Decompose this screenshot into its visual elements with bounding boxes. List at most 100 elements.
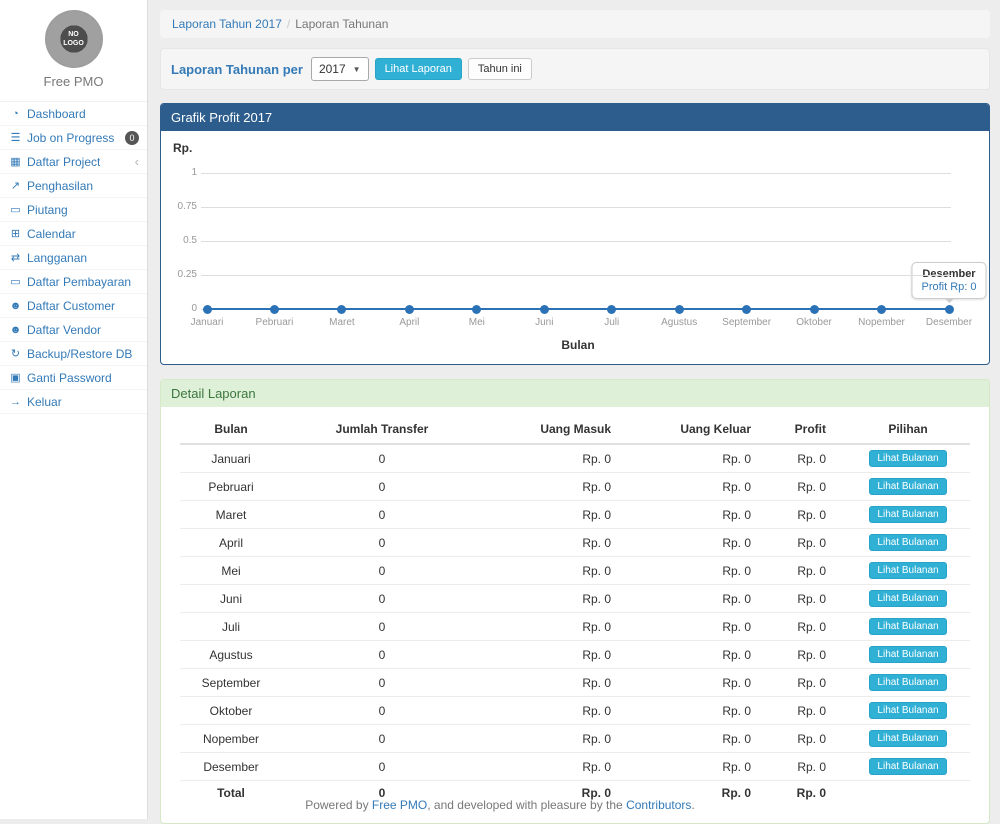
sidebar-item-penghasilan[interactable]: ↗Penghasilan	[0, 174, 147, 198]
chart-point[interactable]	[405, 305, 414, 314]
sidebar-item-dashboard[interactable]: ◔Dashboard	[0, 102, 147, 126]
year-select-value: 2017	[319, 62, 346, 76]
cell-profit: Rp. 0	[771, 501, 846, 529]
table-row: Desember0Rp. 0Rp. 0Rp. 0Lihat Bulanan	[180, 753, 970, 781]
year-select[interactable]: 2017 ▼	[311, 57, 369, 81]
cell-profit: Rp. 0	[771, 444, 846, 473]
tahun-ini-button[interactable]: Tahun ini	[468, 58, 532, 80]
chart-tooltip: Desember Profit Rp: 0	[911, 262, 986, 299]
cell-pilihan: Lihat Bulanan	[846, 697, 970, 725]
cell-bulan: Oktober	[180, 697, 282, 725]
logo-wrap: NO LOGO Free PMO	[0, 0, 147, 101]
table-row: Agustus0Rp. 0Rp. 0Rp. 0Lihat Bulanan	[180, 641, 970, 669]
cell-uang_masuk: Rp. 0	[482, 753, 631, 781]
cell-jumlah_transfer: 0	[282, 444, 482, 473]
sidebar-item-daftar-project[interactable]: ▦Daftar Project‹	[0, 150, 147, 174]
contributors-link[interactable]: Contributors	[626, 798, 691, 812]
cell-profit: Rp. 0	[771, 613, 846, 641]
x-axis-tick-label: Agustus	[643, 317, 715, 328]
table-row: Oktober0Rp. 0Rp. 0Rp. 0Lihat Bulanan	[180, 697, 970, 725]
lihat-bulanan-button[interactable]: Lihat Bulanan	[869, 618, 946, 635]
cell-jumlah_transfer: 0	[282, 669, 482, 697]
cell-uang_keluar: Rp. 0	[631, 669, 771, 697]
cell-uang_keluar: Rp. 0	[631, 585, 771, 613]
lihat-bulanan-button[interactable]: Lihat Bulanan	[869, 478, 946, 495]
cell-bulan: Maret	[180, 501, 282, 529]
chart-point[interactable]	[270, 305, 279, 314]
free-pmo-link[interactable]: Free PMO	[372, 798, 427, 812]
cell-uang_masuk: Rp. 0	[482, 444, 631, 473]
footer-text: , and developed with pleasure by the	[427, 798, 626, 812]
breadcrumb: Laporan Tahun 2017/Laporan Tahunan	[160, 10, 990, 38]
cell-profit: Rp. 0	[771, 669, 846, 697]
cell-jumlah_transfer: 0	[282, 557, 482, 585]
sidebar-item-backup-restore-db[interactable]: ↻Backup/Restore DB	[0, 342, 147, 366]
refresh-icon: ↻	[8, 347, 23, 360]
sidebar-item-label: Daftar Project	[27, 155, 100, 169]
sidebar-item-daftar-pembayaran[interactable]: ▭Daftar Pembayaran	[0, 270, 147, 294]
x-axis-tick-label: Oktober	[778, 317, 850, 328]
chart-point[interactable]	[472, 305, 481, 314]
column-header-bulan: Bulan	[180, 415, 282, 444]
sidebar-item-ganti-password[interactable]: ▣Ganti Password	[0, 366, 147, 390]
table-row: Mei0Rp. 0Rp. 0Rp. 0Lihat Bulanan	[180, 557, 970, 585]
column-header-uang-masuk: Uang Masuk	[482, 415, 631, 444]
cell-jumlah_transfer: 0	[282, 529, 482, 557]
sidebar-item-label: Piutang	[27, 203, 68, 217]
lihat-bulanan-button[interactable]: Lihat Bulanan	[869, 590, 946, 607]
lihat-bulanan-button[interactable]: Lihat Bulanan	[869, 646, 946, 663]
exchange-icon: ⇄	[8, 251, 23, 264]
sidebar-item-daftar-customer[interactable]: ☻Daftar Customer	[0, 294, 147, 318]
x-axis-tick-label: Desember	[913, 317, 985, 328]
lihat-bulanan-button[interactable]: Lihat Bulanan	[869, 702, 946, 719]
chart-point[interactable]	[203, 305, 212, 314]
table-row: Juli0Rp. 0Rp. 0Rp. 0Lihat Bulanan	[180, 613, 970, 641]
chart-point[interactable]	[540, 305, 549, 314]
report-filter-bar: Laporan Tahunan per 2017 ▼ Lihat Laporan…	[160, 48, 990, 90]
lihat-bulanan-button[interactable]: Lihat Bulanan	[869, 562, 946, 579]
lihat-laporan-button[interactable]: Lihat Laporan	[375, 58, 462, 80]
sidebar-item-daftar-vendor[interactable]: ☻Daftar Vendor	[0, 318, 147, 342]
cell-jumlah_transfer: 0	[282, 697, 482, 725]
sidebar-item-langganan[interactable]: ⇄Langganan	[0, 246, 147, 270]
lihat-bulanan-button[interactable]: Lihat Bulanan	[869, 534, 946, 551]
lihat-bulanan-button[interactable]: Lihat Bulanan	[869, 506, 946, 523]
lihat-bulanan-button[interactable]: Lihat Bulanan	[869, 758, 946, 775]
chart-point[interactable]	[742, 305, 751, 314]
chart-gridline	[201, 275, 951, 276]
lock-icon: ▣	[8, 371, 23, 384]
chart-gridline	[201, 207, 951, 208]
brand-name: Free PMO	[0, 74, 147, 95]
sidebar-item-job-on-progress[interactable]: ☰Job on Progress0	[0, 126, 147, 150]
cell-uang_masuk: Rp. 0	[482, 557, 631, 585]
cell-uang_masuk: Rp. 0	[482, 529, 631, 557]
line-chart-icon: ↗	[8, 179, 23, 192]
lihat-bulanan-button[interactable]: Lihat Bulanan	[869, 674, 946, 691]
cell-pilihan: Lihat Bulanan	[846, 725, 970, 753]
sidebar-item-calendar[interactable]: ⊞Calendar	[0, 222, 147, 246]
logo-placeholder-text: NO LOGO	[61, 30, 87, 49]
cell-bulan: Nopember	[180, 725, 282, 753]
cell-profit: Rp. 0	[771, 697, 846, 725]
sidebar-item-keluar[interactable]: →Keluar	[0, 390, 147, 414]
y-axis-tick-label: 0	[163, 303, 197, 314]
cell-bulan: April	[180, 529, 282, 557]
cell-jumlah_transfer: 0	[282, 613, 482, 641]
sidebar-item-label: Keluar	[27, 395, 62, 409]
chart-point[interactable]	[607, 305, 616, 314]
chart-point[interactable]	[337, 305, 346, 314]
breadcrumb-link[interactable]: Laporan Tahun 2017	[172, 17, 282, 31]
x-axis-tick-label: Maret	[306, 317, 378, 328]
chart-point[interactable]	[810, 305, 819, 314]
chart-panel-title: Grafik Profit 2017	[161, 104, 989, 131]
cell-jumlah_transfer: 0	[282, 641, 482, 669]
lihat-bulanan-button[interactable]: Lihat Bulanan	[869, 730, 946, 747]
chart-point[interactable]	[945, 305, 954, 314]
chart-point[interactable]	[675, 305, 684, 314]
chart-point[interactable]	[877, 305, 886, 314]
lihat-bulanan-button[interactable]: Lihat Bulanan	[869, 450, 946, 467]
cell-profit: Rp. 0	[771, 725, 846, 753]
cell-profit: Rp. 0	[771, 753, 846, 781]
sidebar-item-piutang[interactable]: ▭Piutang	[0, 198, 147, 222]
chart-panel: Grafik Profit 2017 Rp. Bulan Desember Pr…	[160, 103, 990, 365]
